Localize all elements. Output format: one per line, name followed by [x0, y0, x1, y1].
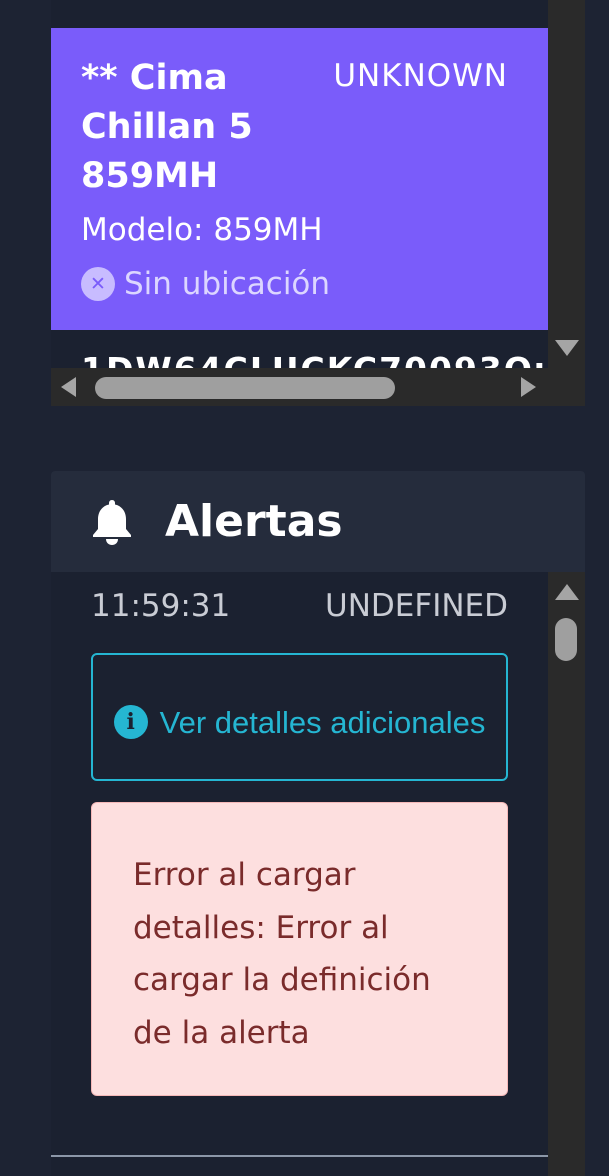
next-vehicle-peek[interactable]: 1DW64CLUCKC70093Ou [81, 350, 548, 368]
view-details-button[interactable]: i Ver detalles adicionales [91, 653, 508, 781]
error-message: Error al cargar detalles: Error al carga… [133, 857, 431, 1051]
scroll-left-arrow-icon[interactable] [61, 377, 76, 397]
alert-type: UNDEFINED [325, 588, 508, 624]
vertical-scrollbar[interactable] [548, 0, 585, 368]
bell-icon [93, 499, 131, 545]
vehicle-model: Modelo: 859MH [81, 212, 323, 248]
vehicle-list-panel: ** Cima Chillan 5 859MH UNKNOWN Modelo: … [51, 0, 585, 406]
vehicle-location: ✕ Sin ubicación [81, 266, 330, 302]
horizontal-scrollbar[interactable] [51, 368, 585, 406]
divider [51, 1155, 548, 1157]
vehicle-location-label: Sin ubicación [124, 266, 331, 302]
view-details-label: Ver detalles adicionales [159, 704, 486, 740]
alerts-panel: Alertas 11:59:31 UNDEFINED i Ver detalles… [51, 471, 585, 1176]
info-icon: i [113, 704, 148, 739]
alerts-header: Alertas [51, 471, 585, 572]
error-alert: Error al cargar detalles: Error al carga… [91, 802, 508, 1096]
horizontal-scroll-thumb[interactable] [95, 377, 395, 399]
scroll-down-arrow-icon[interactable] [555, 340, 579, 356]
vehicle-name: ** Cima Chillan 5 859MH [81, 58, 253, 196]
scroll-up-arrow-icon[interactable] [555, 584, 579, 600]
scroll-right-arrow-icon[interactable] [521, 377, 536, 397]
alert-time: 11:59:31 [91, 588, 231, 624]
vehicle-status: UNKNOWN [333, 58, 508, 94]
alerts-scroll-thumb[interactable] [555, 618, 577, 661]
x-circle-icon: ✕ [81, 267, 115, 301]
vehicle-card[interactable]: ** Cima Chillan 5 859MH UNKNOWN Modelo: … [51, 28, 548, 330]
alert-item: 11:59:31 UNDEFINED i Ver detalles adicion… [51, 572, 548, 1176]
alerts-title: Alertas [165, 496, 343, 547]
alerts-scrollbar[interactable] [548, 572, 585, 1176]
next-vehicle-clip: 1DW64CLUCKC70093Ou [51, 330, 548, 368]
